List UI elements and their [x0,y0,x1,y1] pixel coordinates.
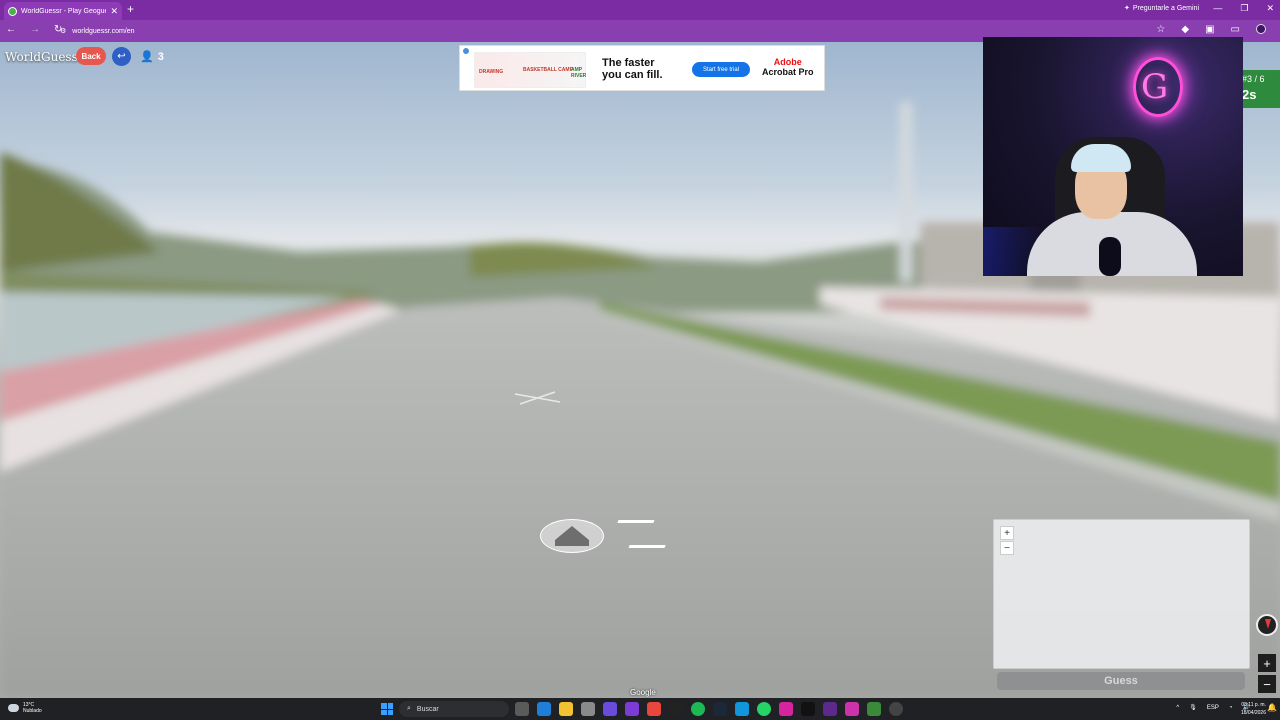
ad-brand-line2: Acrobat Pro [762,67,814,77]
taskbar-search[interactable]: ⌕ Buscar [399,701,509,717]
weather-widget[interactable]: 13°C Nublado [8,702,42,714]
url-text: worldguessr.com/en [72,27,135,35]
compass-icon[interactable] [1256,614,1278,636]
chevron-back-icon[interactable] [628,540,668,548]
whatsapp-icon[interactable] [757,702,771,716]
mic-tray-icon[interactable]: 🎙 [1189,704,1197,711]
user-icon: 👤 [140,51,154,63]
ad-brand-line1: Adobe [773,57,802,67]
guess-minimap[interactable] [993,519,1250,669]
instagram-icon[interactable] [779,702,793,716]
back-arrow-icon[interactable]: ← [6,24,16,35]
app-icon-4[interactable] [581,702,595,716]
tab-title: WorldGuessr - Play Geoguessr Free [21,7,106,15]
round-timer: 2s [1242,87,1257,102]
maximize-icon[interactable]: ❐ [1240,3,1248,14]
streamer-cap [1071,144,1131,172]
terminal-icon[interactable] [669,702,683,716]
app-icon-17[interactable] [867,702,881,716]
ad-thumb-text-1: DRAWING [479,69,504,75]
app-icon-6[interactable] [625,702,639,716]
ad-banner[interactable]: DRAWING BASKETBALL CAMP AMP RIVER The fa… [459,45,825,91]
street-view-zoom-out-button[interactable]: − [1258,675,1276,693]
search-placeholder: Buscar [416,705,439,713]
system-tray: ^ 🎙 ESP ◔ 🔊 [1176,704,1250,712]
weather-condition: Nublado [23,708,42,714]
tiktok-icon[interactable] [801,702,815,716]
task-view-icon[interactable] [515,702,529,716]
cloud-icon [8,704,19,712]
worldguessr-favicon-icon [8,6,17,16]
taskbar-apps [515,702,903,716]
app-icon-15[interactable] [823,702,837,716]
site-info-icon[interactable]: ⚙ [60,27,66,35]
chrome-icon[interactable] [647,702,661,716]
extensions-puzzle-icon[interactable]: ▣ [1205,24,1214,35]
app-icon-16[interactable] [845,702,859,716]
ad-headline: The faster you can fill. [602,57,663,81]
sidebar-icon[interactable]: ▭ [1231,24,1240,35]
notification-bell-icon[interactable]: 🔔 [1267,703,1277,712]
clock-date: 18/04/2026 [1240,710,1266,716]
browser-tab[interactable]: WorldGuessr - Play Geoguessr Free ✕ [4,2,122,20]
ad-cta-button[interactable]: Start free trial [692,62,750,77]
worldguessr-logo[interactable]: WorldGuessr [5,50,83,64]
bookmark-star-icon[interactable]: ☆ [1156,24,1165,35]
guess-button[interactable]: Guess [997,672,1245,690]
back-button[interactable]: Back [76,47,106,65]
steam-icon[interactable] [713,702,727,716]
nav-buttons: ← → ↻ [6,24,62,35]
google-attribution[interactable]: Google [630,688,656,697]
search-icon: ⌕ [407,705,411,712]
map-zoom-out-button[interactable]: − [1000,541,1014,555]
chevron-forward-icon[interactable] [615,520,655,528]
app-icon-11[interactable] [735,702,749,716]
profile-avatar[interactable] [1256,24,1266,34]
forward-arrow-icon[interactable]: → [30,24,40,35]
extension-icon[interactable]: ◆ [1181,24,1189,35]
minimize-icon[interactable]: — [1213,3,1222,14]
streamer-webcam: G [983,37,1243,276]
microphone [1099,237,1121,276]
browser-tab-bar: WorldGuessr - Play Geoguessr Free ✕ + ✦ … [0,0,1280,20]
wifi-icon[interactable]: ◔ [1229,705,1233,711]
ad-thumbnail: DRAWING BASKETBALL CAMP AMP RIVER [474,52,586,88]
gemini-label: Preguntarle a Gemini [1132,4,1200,12]
neon-sign-letter: G [1141,67,1169,107]
close-window-icon[interactable]: ✕ [1266,3,1274,14]
window-controls: — ❐ ✕ [1213,3,1274,14]
round-counter: #3 / 6 [1242,74,1265,84]
app-icon-5[interactable] [603,702,617,716]
round-info-panel: #3 / 6 2s [1238,70,1280,108]
new-tab-icon[interactable]: + [127,2,134,16]
edge-icon[interactable] [537,702,551,716]
gemini-icon: ✦ [1124,5,1130,12]
taskbar-clock[interactable]: 08:11 p. m. 18/04/2026 [1241,701,1266,717]
spotify-icon[interactable] [691,702,705,716]
close-tab-icon[interactable]: ✕ [110,6,118,17]
language-indicator[interactable]: ESP [1207,705,1219,711]
street-view-zoom-in-button[interactable]: + [1258,654,1276,672]
file-explorer-icon[interactable] [559,702,573,716]
clock-time: 08:11 p. m. [1241,702,1266,708]
map-zoom-in-button[interactable]: + [1000,526,1014,540]
gemini-button[interactable]: ✦ Preguntarle a Gemini [1124,4,1200,13]
ad-thumb-text-3: AMP RIVER [571,67,587,79]
windows-start-icon[interactable] [381,703,393,715]
windows-taskbar: 13°C Nublado ⌕ Buscar ^ 🎙 ESP ◔ 🔊 08:11 … [0,698,1280,720]
ad-brand: Adobe Acrobat Pro [762,57,814,77]
ad-info-icon[interactable] [463,48,469,54]
ad-thumb-text-2: BASKETBALL CAMP [523,67,573,73]
tray-chevron-icon[interactable]: ^ [1176,705,1179,711]
obs-icon[interactable] [889,702,903,716]
return-arrow-icon: ↩ [117,51,126,62]
toolbar-actions: ☆ ◆ ▣ ▭ [1156,24,1266,35]
return-to-start-button[interactable]: ↩ [112,47,131,66]
player-count-value: 3 [157,50,164,63]
player-count: 👤 3 [140,50,164,64]
